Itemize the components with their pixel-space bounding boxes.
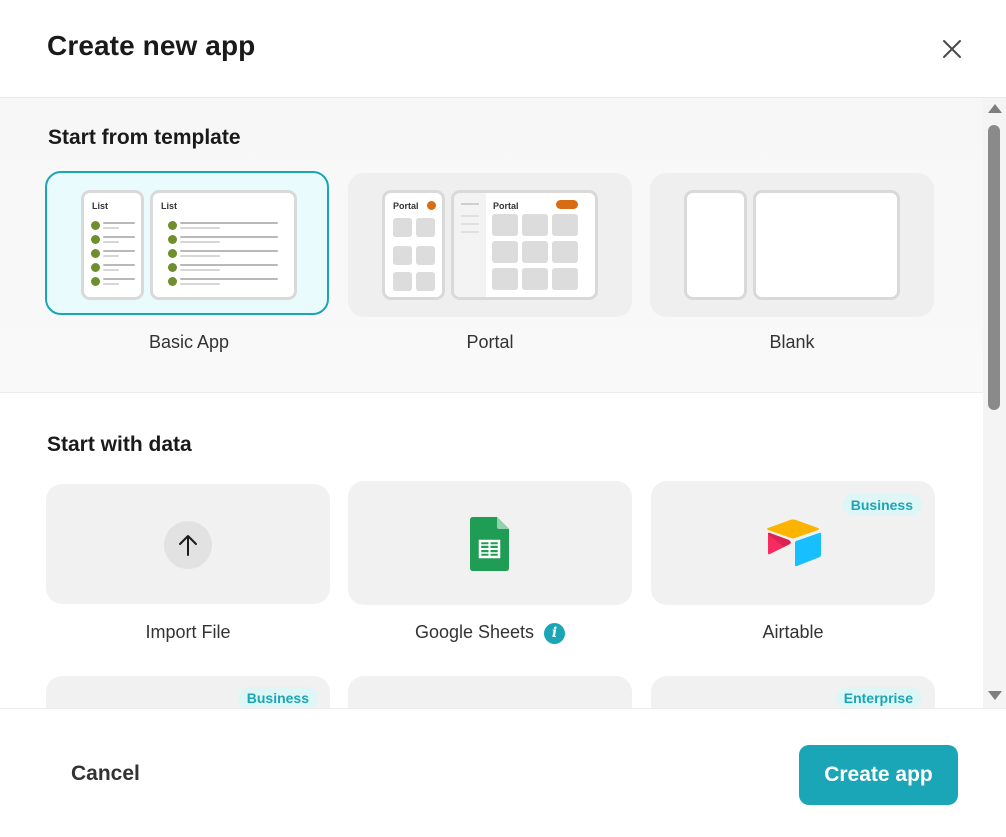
dialog-title: Create new app [47,30,256,61]
business-badge: Business [237,687,318,708]
template-label-basic-app: Basic App [148,332,230,352]
portal-desktop-title: Portal [493,201,519,211]
blank-desktop-preview [753,190,900,300]
data-card-4[interactable]: Business [46,676,330,708]
upload-icon-circle [164,521,212,569]
cancel-button[interactable]: Cancel [55,749,156,799]
basic-app-phone-preview: List [81,190,144,300]
template-card-portal[interactable]: Portal Portal [348,173,632,317]
dialog-header: Create new app [0,0,1006,98]
close-icon [943,40,961,58]
basic-app-desktop-preview: List [150,190,297,300]
basic-app-phone-title: List [92,201,109,211]
data-card-5[interactable] [348,676,632,708]
data-label-airtable: Airtable [762,622,824,642]
data-label-google-sheets-row: Google Sheets i [348,622,632,644]
data-label-google-sheets: Google Sheets [414,622,535,642]
portal-phone-title: Portal [393,201,419,211]
data-section-title: Start with data [47,433,192,456]
blank-phone-preview [684,190,747,300]
portal-phone-preview: Portal [382,190,445,300]
portal-desktop-preview: Portal [451,190,598,300]
data-card-airtable[interactable]: Business [651,481,935,605]
create-app-button[interactable]: Create app [799,745,958,805]
upload-arrow-icon [179,535,197,556]
template-card-blank[interactable] [650,173,934,317]
template-card-basic-app[interactable]: List List [45,171,329,315]
close-button[interactable] [938,35,966,63]
info-icon[interactable]: i [544,622,566,644]
data-card-import-file[interactable] [46,484,330,604]
template-label-blank: Blank [769,332,815,352]
dialog-footer: Cancel Create app [0,708,1006,837]
create-app-dialog: Create new app Start from template List [0,0,1006,837]
basic-app-desktop-title: List [161,201,178,211]
template-label-portal: Portal [466,332,514,352]
business-badge: Business [841,494,922,516]
template-section-title: Start from template [48,126,241,149]
scroll-thumb[interactable] [988,125,1000,410]
scroll-up-arrow-icon[interactable] [988,104,1002,113]
data-card-google-sheets[interactable] [348,481,632,605]
scroll-down-arrow-icon[interactable] [988,691,1002,700]
vertical-scrollbar[interactable] [983,98,1006,708]
data-label-import-file: Import File [145,622,231,642]
template-section: Start from template List List Basic App … [0,98,983,393]
google-sheets-icon [470,517,509,571]
data-card-6[interactable]: Enterprise [651,676,935,708]
dialog-body: Start from template List List Basic App … [0,98,1006,708]
airtable-icon [767,519,821,567]
enterprise-badge: Enterprise [834,687,922,708]
